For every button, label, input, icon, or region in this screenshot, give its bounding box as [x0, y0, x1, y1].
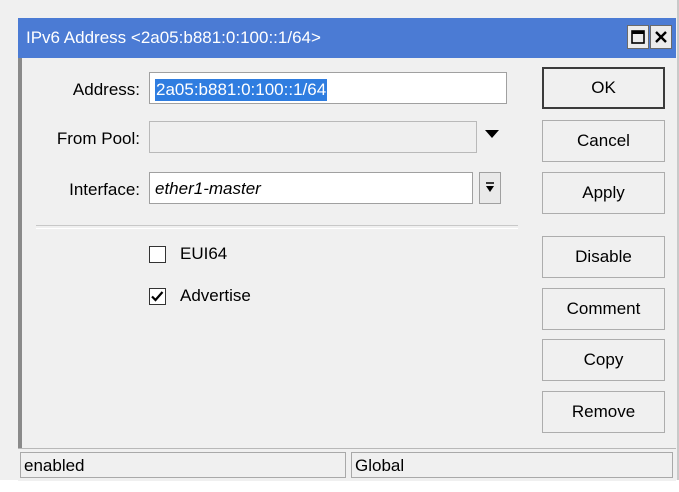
from-pool-select[interactable] — [149, 121, 477, 153]
chevron-down-icon[interactable] — [484, 128, 500, 140]
interface-dropdown-button[interactable] — [479, 172, 501, 204]
from-pool-label: From Pool: — [56, 129, 140, 148]
comment-button[interactable]: Comment — [542, 288, 665, 330]
status-state-cell: enabled — [20, 452, 346, 478]
status-bar: enabled Global — [18, 448, 676, 481]
address-value: 2a05:b881:0:100::1/64 — [155, 79, 328, 101]
maximize-button[interactable] — [627, 25, 649, 49]
remove-button[interactable]: Remove — [542, 391, 665, 433]
interface-label: Interface: — [69, 180, 140, 199]
close-button[interactable] — [650, 25, 672, 49]
form-divider — [36, 225, 518, 229]
advertise-label: Advertise — [180, 286, 251, 305]
close-icon — [655, 31, 667, 43]
dialog-window: IPv6 Address <2a05:b881:0:100::1/64> Add… — [0, 0, 679, 481]
title-bar[interactable]: IPv6 Address <2a05:b881:0:100::1/64> — [18, 18, 676, 58]
ok-button[interactable]: OK — [542, 67, 665, 109]
eui64-label: EUI64 — [180, 244, 228, 263]
status-scope: Global — [355, 456, 405, 475]
interface-value: ether1-master — [155, 179, 261, 198]
window-border — [18, 58, 22, 480]
copy-button[interactable]: Copy — [542, 339, 665, 381]
cancel-button[interactable]: Cancel — [542, 120, 665, 162]
maximize-icon — [631, 30, 645, 44]
address-label: Address: — [72, 80, 140, 99]
advertise-checkbox[interactable] — [149, 288, 166, 305]
address-input[interactable]: 2a05:b881:0:100::1/64 — [149, 72, 507, 104]
apply-button[interactable]: Apply — [542, 172, 665, 214]
dropdown-toggle-icon — [486, 182, 494, 192]
status-scope-cell: Global — [351, 452, 673, 478]
interface-select[interactable]: ether1-master — [149, 172, 473, 204]
disable-button[interactable]: Disable — [542, 236, 665, 278]
status-state: enabled — [24, 456, 85, 475]
window-title: IPv6 Address <2a05:b881:0:100::1/64> — [26, 28, 321, 47]
eui64-checkbox[interactable] — [149, 246, 166, 263]
checkmark-icon — [151, 291, 164, 302]
